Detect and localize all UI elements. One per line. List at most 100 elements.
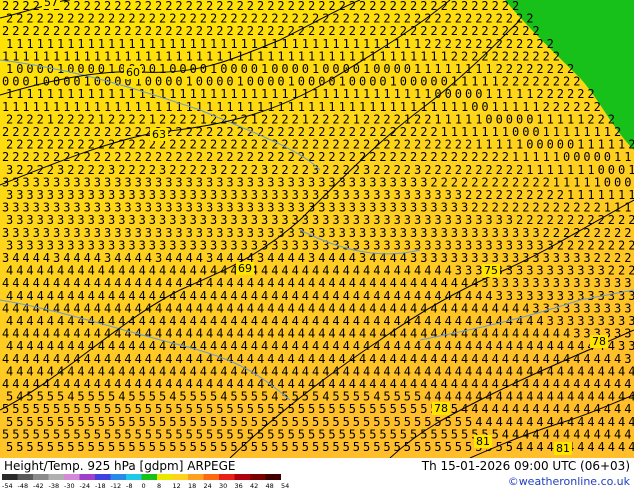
- scale-tick: -12: [111, 482, 122, 490]
- scale-tick: 24: [204, 482, 212, 490]
- scale-tick: 12: [173, 482, 181, 490]
- scale-swatch: [250, 474, 266, 480]
- scale-swatch: [17, 474, 33, 480]
- temperature-digit: 4: [547, 440, 554, 454]
- temperature-digit: 5: [404, 440, 411, 454]
- scale-swatch: [110, 474, 126, 480]
- temperature-digit: 5: [383, 440, 390, 454]
- temperature-digit: 5: [169, 440, 176, 454]
- temperature-digit: 5: [261, 440, 268, 454]
- temperature-digit: 5: [6, 440, 13, 454]
- temperature-digit: 5: [149, 440, 156, 454]
- temperature-digit: 5: [200, 440, 207, 454]
- scale-swatch: [126, 474, 142, 480]
- temperature-digit: 5: [37, 440, 44, 454]
- temperature-digit: 5: [373, 440, 380, 454]
- temperature-digit: 5: [128, 440, 135, 454]
- temperature-digit: 5: [77, 440, 84, 454]
- temperature-digit: 5: [455, 440, 462, 454]
- temperature-digit: 5: [332, 440, 339, 454]
- temperature-digit: 5: [312, 440, 319, 454]
- credit-link[interactable]: ©weatheronline.co.uk: [508, 475, 630, 488]
- map-title: Height/Temp. 925 hPa [gdpm] ARPEGE: [4, 459, 236, 473]
- temperature-digit: 5: [353, 440, 360, 454]
- temperature-digit: 4: [587, 440, 594, 454]
- temperature-map: 2222222222222222222222222222222222222222…: [0, 0, 634, 458]
- temperature-digit: 5: [16, 440, 23, 454]
- temperature-digit: 5: [26, 440, 33, 454]
- temperature-digit: 4: [577, 440, 584, 454]
- scale-swatch: [95, 474, 111, 480]
- temperature-digit: 5: [434, 440, 441, 454]
- temperature-digit: 5: [424, 440, 431, 454]
- contour-label: 81: [476, 435, 490, 448]
- contour-label: 60: [126, 66, 140, 79]
- temperature-digit: 5: [139, 440, 146, 454]
- scale-tick: -48: [18, 482, 29, 490]
- temperature-digit: 5: [363, 440, 370, 454]
- scale-tick: 18: [188, 482, 196, 490]
- scale-tick: 48: [266, 482, 274, 490]
- temperature-digit: 5: [190, 440, 197, 454]
- contour-label: 81: [556, 442, 570, 455]
- scale-tick: -8: [126, 482, 132, 490]
- contour-label: 63: [152, 128, 166, 141]
- temperature-digit: 4: [608, 440, 615, 454]
- temperature-digit: 5: [281, 440, 288, 454]
- scale-swatch: [157, 474, 173, 480]
- scale-swatch: [141, 474, 157, 480]
- temperature-digit: 5: [118, 440, 125, 454]
- scale-swatch: [79, 474, 95, 480]
- temperature-digit: 5: [159, 440, 166, 454]
- scale-swatch: [219, 474, 235, 480]
- temperature-digit: 4: [628, 440, 634, 454]
- footer: Height/Temp. 925 hPa [gdpm] ARPEGE Th 15…: [0, 458, 634, 490]
- contour-label: 78: [434, 402, 448, 415]
- contour-label: 57: [44, 0, 58, 9]
- temperature-digit: 5: [67, 440, 74, 454]
- color-scale: -54 -48 -42 -38 -30 -24 -18 -12 -8 0 8 12 18 24 30 36 42…: [2, 474, 289, 490]
- contour-label: 69: [238, 262, 252, 275]
- scale-swatch: [203, 474, 219, 480]
- scale-tick: 36: [235, 482, 243, 490]
- temperature-digit: 5: [47, 440, 54, 454]
- map-area: 2222222222222222222222222222222222222222…: [0, 0, 634, 458]
- scale-tick: -38: [49, 482, 60, 490]
- scale-swatch: [172, 474, 188, 480]
- temperature-digit: 4: [526, 440, 533, 454]
- temperature-digit: 5: [414, 440, 421, 454]
- scale-tick: -30: [64, 482, 75, 490]
- temperature-digit: 5: [302, 440, 309, 454]
- scale-tick: 54: [281, 482, 289, 490]
- scale-tick: -18: [95, 482, 106, 490]
- temperature-digit: 4: [516, 440, 523, 454]
- valid-time: Th 15-01-2026 09:00 UTC (06+03): [421, 459, 630, 473]
- contour-label: 75: [484, 264, 498, 277]
- temperature-digit: 5: [210, 440, 217, 454]
- scale-tick: 0: [142, 482, 146, 490]
- temperature-digit: 5: [88, 440, 95, 454]
- temperature-digit: 5: [98, 440, 105, 454]
- scale-tick: -54: [2, 482, 13, 490]
- temperature-digit: 4: [536, 440, 543, 454]
- scale-swatch: [64, 474, 80, 480]
- scale-swatch: [33, 474, 49, 480]
- temperature-digit: 5: [465, 440, 472, 454]
- temperature-digit: 5: [343, 440, 350, 454]
- scale-swatch: [2, 474, 18, 480]
- scale-tick: 30: [219, 482, 227, 490]
- scale-tick: 42: [250, 482, 258, 490]
- temperature-digit: 5: [322, 440, 329, 454]
- temperature-digit: 5: [220, 440, 227, 454]
- scale-swatch: [188, 474, 204, 480]
- scale-swatch: [265, 474, 281, 480]
- temperature-digit: 5: [445, 440, 452, 454]
- temperature-digit: 5: [271, 440, 278, 454]
- temperature-digit: 4: [598, 440, 605, 454]
- temperature-digit: 4: [618, 440, 625, 454]
- temperature-digit: 5: [179, 440, 186, 454]
- contour-label: 78: [592, 335, 606, 348]
- scale-tick: -24: [80, 482, 91, 490]
- temperature-digit: 5: [251, 440, 258, 454]
- scale-swatch: [234, 474, 250, 480]
